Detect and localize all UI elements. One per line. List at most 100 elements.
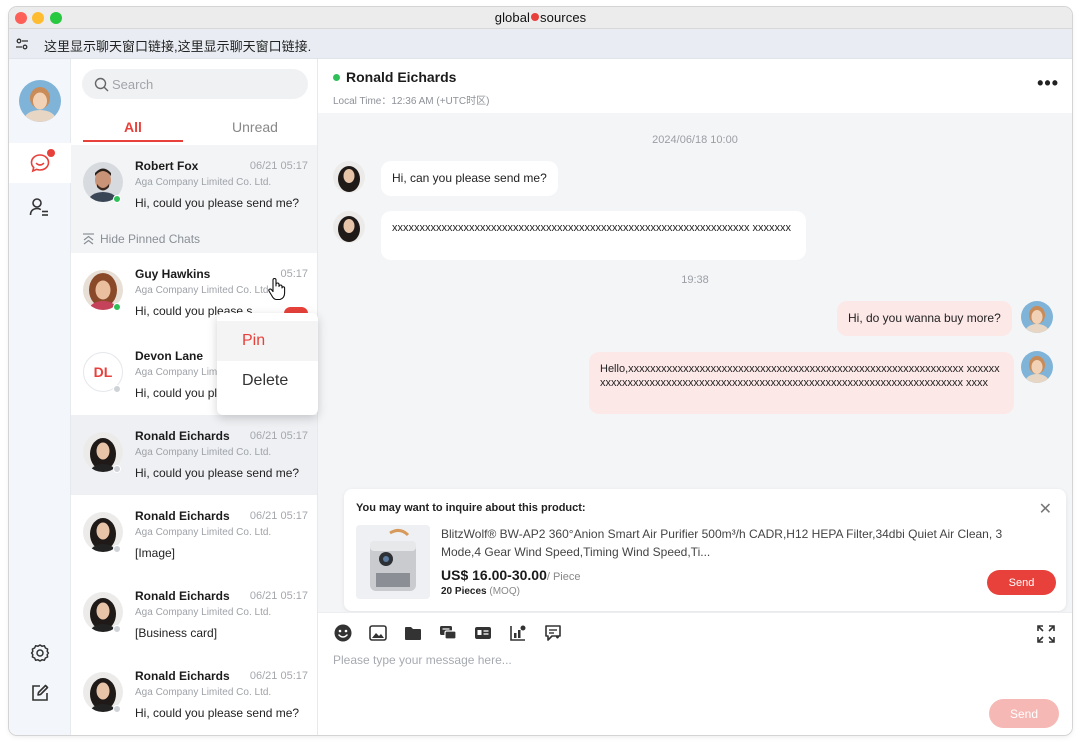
chat-name: Robert Fox <box>135 159 199 173</box>
outgoing-message[interactable]: Hi, do you wanna buy more? <box>837 301 1012 336</box>
online-status-dot <box>113 195 121 203</box>
unread-dot-badge <box>47 149 55 157</box>
my-avatar[interactable] <box>1021 301 1053 333</box>
date-stamp: 2024/06/18 10:00 <box>652 134 738 146</box>
title-bar: global sources <box>9 7 1072 29</box>
offline-status-dot <box>113 465 121 473</box>
folder-icon[interactable] <box>403 623 423 643</box>
chat-pane: Ronald Eichards Local Time：12:36 AM (+UT… <box>318 59 1072 735</box>
quick-reply-icon[interactable] <box>438 623 458 643</box>
chat-item[interactable]: Ronald Eichards 06/21 05:17 Aga Company … <box>71 575 317 655</box>
chat-name: Ronald Eichards <box>135 429 230 443</box>
time-stamp: 19:38 <box>681 274 709 286</box>
chat-company: Aga Company Limited Co. Ltd. <box>135 687 272 698</box>
my-avatar[interactable] <box>1021 351 1053 383</box>
business-card-icon[interactable] <box>473 623 493 643</box>
send-product-button[interactable]: Send <box>987 570 1056 595</box>
user-avatar[interactable] <box>19 80 61 122</box>
online-status-dot <box>333 74 340 81</box>
message-composer: Send <box>318 612 1072 735</box>
chat-last-message: [Business card] <box>135 626 218 640</box>
chat-item-active[interactable]: Ronald Eichards 06/21 05:17 Aga Company … <box>71 415 317 495</box>
menu-item-pin[interactable]: Pin <box>217 321 318 361</box>
moq-value: 20 Pieces <box>441 586 487 597</box>
sliders-icon[interactable] <box>15 37 29 51</box>
offline-status-dot <box>113 705 121 713</box>
hide-pinned-chats-toggle[interactable]: Hide Pinned Chats <box>71 225 317 253</box>
local-time: Local Time：12:36 AM (+UTC时区) <box>333 96 490 107</box>
product-moq: 20 Pieces (MOQ) <box>441 586 520 597</box>
chat-last-message: Hi, could you please send me? <box>135 466 300 480</box>
product-catalog-icon[interactable] <box>508 623 528 643</box>
hand-pointer-icon <box>268 277 286 301</box>
chat-item[interactable]: Ronald Eichards 06/21 05:17 Aga Company … <box>71 495 317 575</box>
incoming-message[interactable]: Hi, can you please send me? <box>381 161 558 196</box>
product-suggestion-title: You may want to inquire about this produ… <box>356 502 586 514</box>
message-input[interactable] <box>333 653 1053 693</box>
chat-time: 06/21 05:17 <box>249 510 308 522</box>
left-rail <box>9 59 71 735</box>
chat-name: Devon Lane <box>135 349 204 363</box>
pinned-chat-item[interactable]: Robert Fox 06/21 05:17 Aga Company Limit… <box>71 145 317 225</box>
online-status-dot <box>113 303 121 311</box>
emoji-icon[interactable] <box>333 623 353 643</box>
chat-name: Guy Hawkins <box>135 267 211 281</box>
app-window: global sources 这里显示聊天窗口链接,这里显示聊天窗口链接. Se… <box>9 7 1072 735</box>
chat-time: 06/21 05:17 <box>249 590 308 602</box>
settings-gear-icon[interactable] <box>30 643 50 663</box>
chat-context-menu: Pin Delete <box>217 313 318 415</box>
conversation-header: Ronald Eichards Local Time：12:36 AM (+UT… <box>318 59 1072 113</box>
chat-last-message: Hi, could you please send me? <box>135 196 300 210</box>
tab-unread[interactable]: Unread <box>205 119 305 135</box>
chat-company: Aga Company Limited Co. Ltd. <box>135 285 272 296</box>
contacts-icon[interactable] <box>28 196 50 218</box>
menu-item-delete[interactable]: Delete <box>217 361 318 401</box>
chat-company: Aga Company Limited Co. Ltd. <box>135 447 272 458</box>
brand-left: global <box>494 10 531 25</box>
brand-logo: global sources <box>9 10 1072 25</box>
search-icon <box>94 77 109 92</box>
brand-right: sources <box>540 10 587 25</box>
offline-status-dot <box>113 625 121 633</box>
inquiry-form-icon[interactable] <box>543 623 563 643</box>
chat-time: 06/21 05:17 <box>249 160 308 172</box>
offline-status-dot <box>113 545 121 553</box>
conversation-name: Ronald Eichards <box>346 69 457 85</box>
hide-pinned-label: Hide Pinned Chats <box>100 232 201 246</box>
chat-link-text[interactable]: 这里显示聊天窗口链接,这里显示聊天窗口链接. <box>44 36 311 55</box>
image-icon[interactable] <box>368 623 388 643</box>
close-suggestion-button[interactable]: ✕ <box>1039 499 1052 519</box>
rail-messages-tab[interactable] <box>9 143 71 183</box>
chat-time: 06/21 05:17 <box>249 670 308 682</box>
contact-avatar[interactable] <box>333 161 365 193</box>
filter-tabs: All Unread <box>71 111 317 143</box>
chat-name: Ronald Eichards <box>135 589 230 603</box>
moq-label: (MOQ) <box>489 586 520 597</box>
incoming-message[interactable]: xxxxxxxxxxxxxxxxxxxxxxxxxxxxxxxxxxxxxxxx… <box>381 211 806 260</box>
more-options-button[interactable]: ••• <box>1037 74 1059 92</box>
product-image[interactable] <box>356 525 430 599</box>
chat-last-message: [Image] <box>135 546 176 560</box>
compose-edit-icon[interactable] <box>30 683 50 703</box>
search-box <box>82 69 308 99</box>
chat-time: 06/21 05:17 <box>249 430 308 442</box>
tab-all[interactable]: All <box>83 119 183 135</box>
chat-last-message: Hi, could you please send me? <box>135 706 300 720</box>
price-unit: / Piece <box>546 571 581 583</box>
chat-company: Aga Company Limited Co. Ltd. <box>135 177 272 188</box>
contact-avatar[interactable] <box>333 211 365 243</box>
outgoing-message[interactable]: Hello,xxxxxxxxxxxxxxxxxxxxxxxxxxxxxxxxxx… <box>589 352 1014 414</box>
chat-link-bar: 这里显示聊天窗口链接,这里显示聊天窗口链接. <box>9 29 1072 59</box>
expand-icon[interactable] <box>1036 624 1056 644</box>
chat-item[interactable]: Ronald Eichards 06/21 05:17 Aga Company … <box>71 655 317 735</box>
product-suggestion-card: You may want to inquire about this produ… <box>344 489 1066 611</box>
collapse-up-icon <box>83 233 94 245</box>
chat-company: Aga Company Lim <box>135 367 218 378</box>
chat-name: Ronald Eichards <box>135 669 230 683</box>
send-message-button[interactable]: Send <box>989 699 1059 728</box>
search-input[interactable] <box>112 74 292 94</box>
chat-company: Aga Company Limited Co. Ltd. <box>135 607 272 618</box>
product-name[interactable]: BlitzWolf® BW-AP2 360°Anion Smart Air Pu… <box>441 525 1031 561</box>
offline-status-dot <box>113 385 121 393</box>
chat-name: Ronald Eichards <box>135 509 230 523</box>
